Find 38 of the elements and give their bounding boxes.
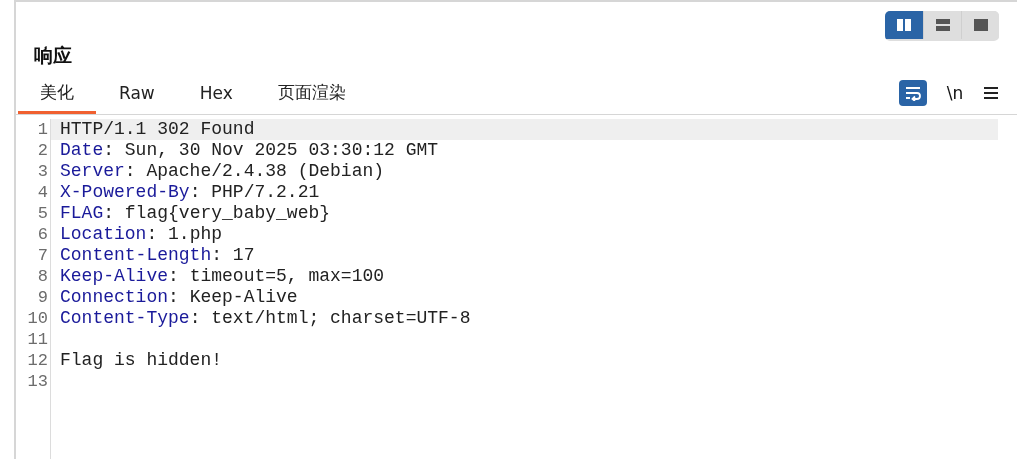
tab[interactable]: 页面渲染 xyxy=(255,75,368,114)
header-line: Content-Length: 17 xyxy=(60,245,255,266)
tab[interactable]: Raw xyxy=(97,75,177,114)
line-number: 1 xyxy=(37,119,48,140)
square-icon xyxy=(972,18,989,32)
layout-toggle[interactable] xyxy=(885,11,923,39)
line-number: 9 xyxy=(37,287,48,308)
header-line: Connection: Keep-Alive xyxy=(60,287,298,308)
line-number: 7 xyxy=(37,245,48,266)
line-number: 3 xyxy=(37,161,48,182)
columns-icon xyxy=(896,18,912,32)
header-line: FLAG: flag{very_baby_web} xyxy=(60,203,331,224)
line-number: 6 xyxy=(37,224,48,245)
line-number: 8 xyxy=(37,266,48,287)
header-line: Content-Type: text/html; charset=UTF-8 xyxy=(60,308,471,329)
header-line: Date: Sun, 30 Nov 2025 03:30:12 GMT xyxy=(60,140,439,161)
line-number: 12 xyxy=(27,350,48,371)
header-line: Keep-Alive: timeout=5, max=100 xyxy=(60,266,385,287)
line-number: 11 xyxy=(27,329,48,350)
code-line: HTTP/1.1 302 Found xyxy=(60,119,255,140)
line-number: 13 xyxy=(27,371,48,392)
layout-toggle[interactable] xyxy=(961,11,999,39)
code-line: Flag is hidden! xyxy=(60,350,223,371)
tab[interactable]: 美化 xyxy=(18,75,96,114)
wrap-button[interactable] xyxy=(899,80,927,106)
header-line: Server: Apache/2.4.38 (Debian) xyxy=(60,161,385,182)
line-number: 2 xyxy=(37,140,48,161)
wrap-icon xyxy=(904,85,922,101)
line-number: 5 xyxy=(37,203,48,224)
header-line: Location: 1.php xyxy=(60,224,223,245)
line-number: 4 xyxy=(37,182,48,203)
rows-icon xyxy=(934,18,951,32)
header-line: X-Powered-By: PHP/7.2.21 xyxy=(60,182,320,203)
line-number: 10 xyxy=(27,308,48,329)
newline-toggle[interactable]: \n xyxy=(941,80,969,106)
panel-title: 响应 xyxy=(33,43,72,68)
tab[interactable]: Hex xyxy=(177,75,255,114)
menu-icon[interactable] xyxy=(983,86,999,100)
